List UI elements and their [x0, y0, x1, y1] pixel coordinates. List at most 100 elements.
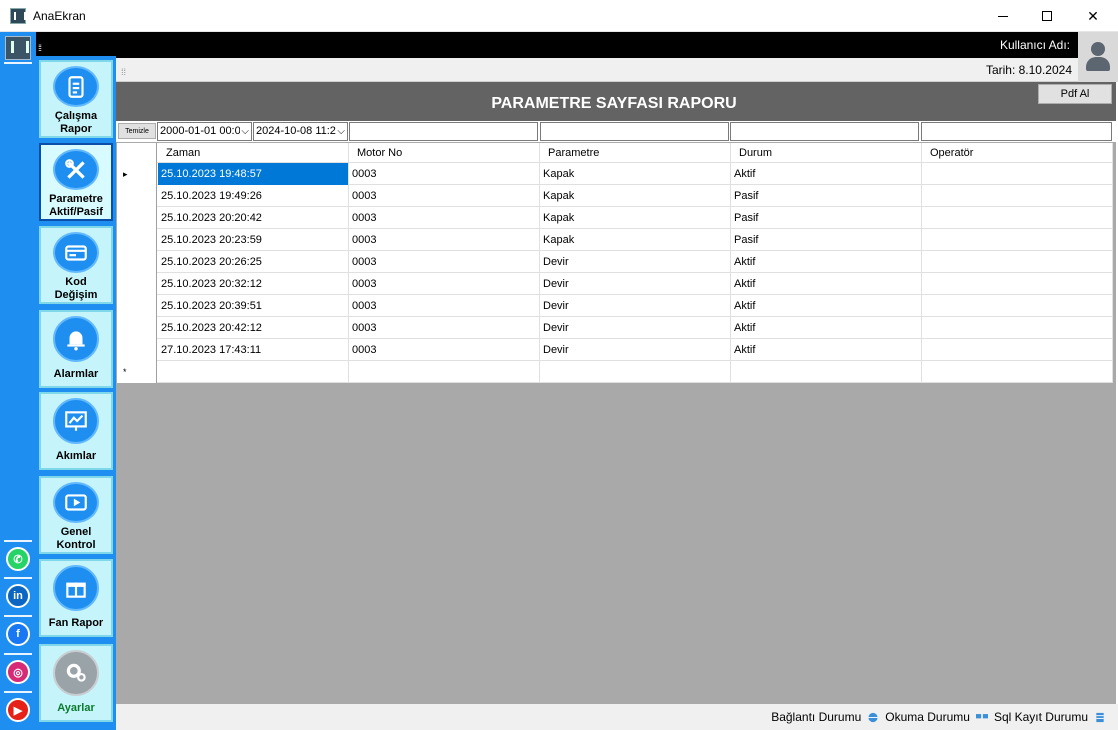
status-bar: Bağlantı Durumu Okuma Durumu Sql Kayıt D… [116, 704, 1118, 730]
table-cell[interactable]: Aktif [731, 339, 922, 361]
youtube-icon[interactable]: ▶ [6, 698, 30, 722]
row-header[interactable] [117, 251, 157, 273]
table-cell[interactable]: Pasif [731, 185, 922, 207]
date-from-picker[interactable]: 2000-01-01 00:0 ⌵ [157, 122, 252, 141]
avatar[interactable] [1078, 32, 1118, 82]
table-cell[interactable]: 0003 [349, 273, 540, 295]
facebook-icon[interactable]: f [6, 622, 30, 646]
table-cell[interactable]: 0003 [349, 163, 540, 185]
table-cell[interactable] [922, 317, 1113, 339]
table-cell[interactable]: 25.10.2023 19:49:26 [158, 185, 349, 207]
table-row[interactable]: 25.10.2023 20:20:42 0003 Kapak Pasif [117, 207, 1113, 229]
column-header[interactable]: Operatör [922, 143, 1113, 163]
table-cell[interactable]: 0003 [349, 251, 540, 273]
table-row[interactable]: 25.10.2023 20:42:12 0003 Devir Aktif [117, 317, 1113, 339]
row-header[interactable] [117, 339, 157, 361]
table-cell[interactable]: Pasif [731, 229, 922, 251]
table-cell[interactable]: Kapak [540, 163, 731, 185]
table-row[interactable]: ▸ 25.10.2023 19:48:57 0003 Kapak Aktif [117, 163, 1113, 185]
column-header[interactable]: Durum [731, 143, 922, 163]
table-cell[interactable]: Devir [540, 317, 731, 339]
maximize-button[interactable] [1024, 0, 1070, 32]
motor-filter-input[interactable] [349, 122, 538, 141]
table-row[interactable]: 25.10.2023 20:32:12 0003 Devir Aktif [117, 273, 1113, 295]
table-cell[interactable]: Kapak [540, 229, 731, 251]
table-cell[interactable] [922, 251, 1113, 273]
menu-kod-degisim[interactable]: Kod Değişim [39, 226, 113, 304]
table-cell[interactable]: Aktif [731, 163, 922, 185]
table-cell[interactable] [922, 339, 1113, 361]
table-cell[interactable]: Aktif [731, 273, 922, 295]
table-row[interactable]: 25.10.2023 19:49:26 0003 Kapak Pasif [117, 185, 1113, 207]
table-cell[interactable]: 25.10.2023 20:20:42 [158, 207, 349, 229]
table-cell[interactable]: Devir [540, 295, 731, 317]
table-cell[interactable] [922, 273, 1113, 295]
whatsapp-icon[interactable]: ✆ [6, 547, 30, 571]
table-cell[interactable] [731, 361, 922, 383]
column-header[interactable]: Motor No [349, 143, 540, 163]
table-row[interactable]: 27.10.2023 17:43:11 0003 Devir Aktif [117, 339, 1113, 361]
table-cell[interactable] [922, 229, 1113, 251]
table-cell[interactable]: 0003 [349, 339, 540, 361]
table-cell[interactable]: 0003 [349, 295, 540, 317]
table-cell[interactable]: 0003 [349, 229, 540, 251]
table-cell[interactable]: 0003 [349, 185, 540, 207]
menu-fan-rapor[interactable]: Fan Rapor [39, 559, 113, 637]
table-cell[interactable]: 25.10.2023 20:32:12 [158, 273, 349, 295]
row-header[interactable] [117, 207, 157, 229]
table-cell[interactable]: 25.10.2023 20:42:12 [158, 317, 349, 339]
row-header[interactable] [117, 185, 157, 207]
menu-akimlar[interactable]: Akımlar [39, 392, 113, 470]
table-cell[interactable] [922, 185, 1113, 207]
close-button[interactable]: ✕ [1070, 0, 1116, 32]
table-row[interactable]: 25.10.2023 20:26:25 0003 Devir Aktif [117, 251, 1113, 273]
durum-filter-input[interactable] [730, 122, 919, 141]
pdf-button[interactable]: Pdf Al [1038, 84, 1112, 104]
row-header[interactable] [117, 295, 157, 317]
table-cell[interactable] [349, 361, 540, 383]
row-header[interactable] [117, 273, 157, 295]
table-cell[interactable]: Aktif [731, 295, 922, 317]
column-header[interactable]: Parametre [540, 143, 731, 163]
table-cell[interactable]: Aktif [731, 251, 922, 273]
table-cell[interactable]: 25.10.2023 20:39:51 [158, 295, 349, 317]
new-row[interactable]: * [117, 361, 1113, 383]
menu-genel-kontrol[interactable]: Genel Kontrol [39, 476, 113, 554]
table-row[interactable]: 25.10.2023 20:39:51 0003 Devir Aktif [117, 295, 1113, 317]
row-header[interactable] [117, 317, 157, 339]
linkedin-icon[interactable]: in [6, 584, 30, 608]
table-cell[interactable]: 25.10.2023 19:48:57 [158, 163, 349, 185]
table-row[interactable]: 25.10.2023 20:23:59 0003 Kapak Pasif [117, 229, 1113, 251]
table-cell[interactable]: Devir [540, 251, 731, 273]
menu-alarmlar[interactable]: Alarmlar [39, 310, 113, 388]
table-cell[interactable]: 0003 [349, 317, 540, 339]
menu-calisma-rapor[interactable]: Çalışma Rapor [39, 60, 113, 138]
table-cell[interactable]: Devir [540, 273, 731, 295]
table-cell[interactable]: Kapak [540, 185, 731, 207]
table-cell[interactable]: 25.10.2023 20:23:59 [158, 229, 349, 251]
row-header[interactable] [117, 229, 157, 251]
parametre-filter-input[interactable] [540, 122, 729, 141]
instagram-icon[interactable]: ◎ [6, 660, 30, 684]
table-cell[interactable]: 27.10.2023 17:43:11 [158, 339, 349, 361]
table-cell[interactable] [540, 361, 731, 383]
menu-parametre-aktif-pasif[interactable]: Parametre Aktif/Pasif [39, 143, 113, 221]
table-cell[interactable]: 25.10.2023 20:26:25 [158, 251, 349, 273]
date-to-picker[interactable]: 2024-10-08 11:2 ⌵ [253, 122, 348, 141]
menu-ayarlar[interactable]: Ayarlar [39, 644, 113, 722]
minimize-button[interactable] [980, 0, 1026, 32]
table-cell[interactable] [922, 207, 1113, 229]
operator-filter-input[interactable] [921, 122, 1112, 141]
table-cell[interactable] [922, 163, 1113, 185]
table-cell[interactable]: 0003 [349, 207, 540, 229]
table-cell[interactable]: Kapak [540, 207, 731, 229]
table-cell[interactable] [922, 361, 1113, 383]
clear-button[interactable]: Temizle [118, 123, 156, 139]
table-cell[interactable]: Pasif [731, 207, 922, 229]
table-cell[interactable] [922, 295, 1113, 317]
table-cell[interactable]: Devir [540, 339, 731, 361]
table-cell[interactable]: Aktif [731, 317, 922, 339]
row-header[interactable]: ▸ [117, 163, 157, 185]
table-cell[interactable] [158, 361, 349, 383]
column-header[interactable]: Zaman [158, 143, 349, 163]
